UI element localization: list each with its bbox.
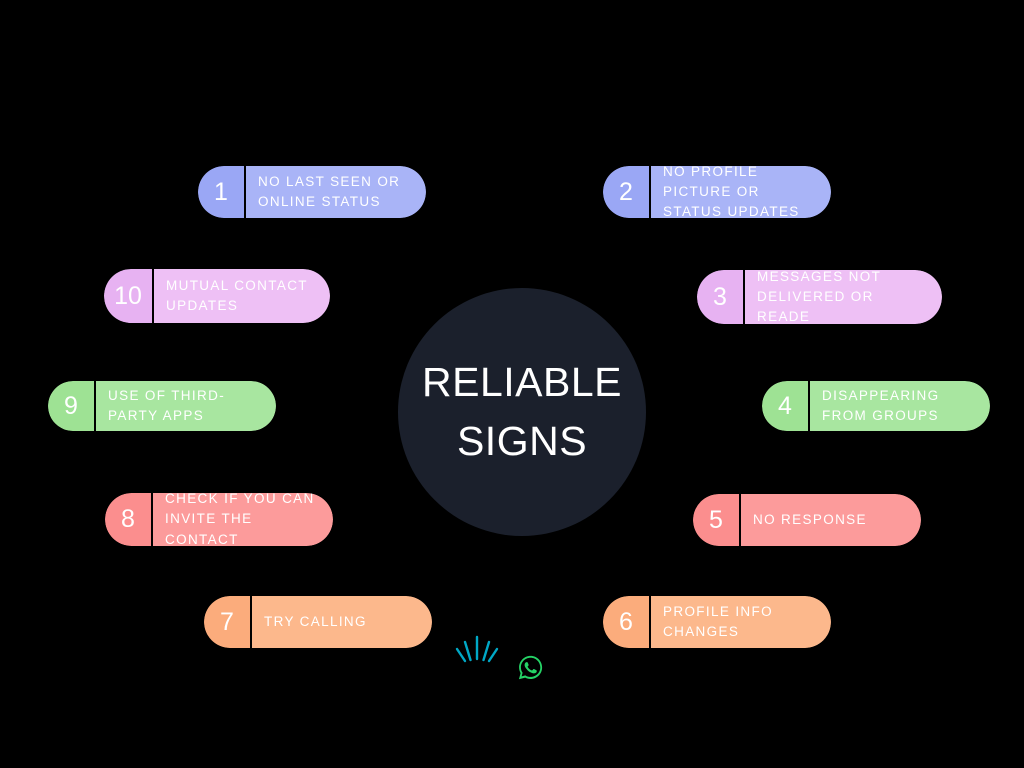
item-body-3: MESSAGES NOT DELIVERED OR READE	[745, 270, 942, 324]
item-label-7: TRY CALLING	[264, 613, 367, 629]
item-number-6: 6	[603, 596, 651, 648]
item-body-2: NO PROFILE PICTURE OR STATUS UPDATES	[651, 166, 831, 218]
item-pill-2[interactable]: 2 NO PROFILE PICTURE OR STATUS UPDATES	[603, 166, 831, 218]
infographic-canvas: RELIABLE SIGNS 1 NO LAST SEEN OR ONLINE …	[0, 0, 1024, 768]
item-label-2: NO PROFILE PICTURE OR STATUS UPDATES	[663, 166, 800, 218]
item-body-5: NO RESPONSE	[741, 494, 921, 546]
item-label-4: DISAPPEARING FROM GROUPS	[822, 387, 940, 423]
burst-rays-icon	[455, 635, 499, 663]
center-title-line-1: RELIABLE	[422, 358, 622, 405]
item-number-5: 5	[693, 494, 741, 546]
center-hub: RELIABLE SIGNS	[398, 288, 646, 536]
item-label-1: NO LAST SEEN OR ONLINE STATUS	[258, 173, 401, 209]
whatsapp-logo-icon	[518, 655, 543, 680]
item-body-9: USE OF THIRD-PARTY APPS	[96, 381, 276, 431]
item-pill-1[interactable]: 1 NO LAST SEEN OR ONLINE STATUS	[198, 166, 426, 218]
item-label-6: PROFILE INFO CHANGES	[663, 603, 773, 639]
item-body-6: PROFILE INFO CHANGES	[651, 596, 831, 648]
item-number-3: 3	[697, 270, 745, 324]
item-label-10: MUTUAL CONTACT UPDATES	[166, 277, 308, 313]
item-pill-5[interactable]: 5 NO RESPONSE	[693, 494, 921, 546]
center-title-line-2: SIGNS	[456, 418, 588, 464]
item-number-10: 10	[104, 269, 154, 323]
item-pill-7[interactable]: 7 TRY CALLING	[204, 596, 432, 648]
item-number-2: 2	[603, 166, 651, 218]
item-pill-6[interactable]: 6 PROFILE INFO CHANGES	[603, 596, 831, 648]
item-body-8: CHECK IF YOU CAN INVITE THE CONTACT	[153, 493, 333, 546]
item-label-8: CHECK IF YOU CAN INVITE THE CONTACT	[165, 493, 315, 546]
item-body-7: TRY CALLING	[252, 596, 432, 648]
item-number-9: 9	[48, 381, 96, 431]
item-pill-8[interactable]: 8 CHECK IF YOU CAN INVITE THE CONTACT	[105, 493, 333, 546]
item-pill-10[interactable]: 10 MUTUAL CONTACT UPDATES	[104, 269, 330, 323]
item-body-1: NO LAST SEEN OR ONLINE STATUS	[246, 166, 426, 218]
item-pill-9[interactable]: 9 USE OF THIRD-PARTY APPS	[48, 381, 276, 431]
item-pill-3[interactable]: 3 MESSAGES NOT DELIVERED OR READE	[697, 270, 942, 324]
item-label-3: MESSAGES NOT DELIVERED OR READE	[757, 270, 881, 324]
item-pill-4[interactable]: 4 DISAPPEARING FROM GROUPS	[762, 381, 990, 431]
item-label-5: NO RESPONSE	[753, 511, 867, 527]
item-number-8: 8	[105, 493, 153, 546]
item-number-1: 1	[198, 166, 246, 218]
item-body-4: DISAPPEARING FROM GROUPS	[810, 381, 990, 431]
item-label-9: USE OF THIRD-PARTY APPS	[108, 387, 226, 423]
item-number-7: 7	[204, 596, 252, 648]
item-number-4: 4	[762, 381, 810, 431]
item-body-10: MUTUAL CONTACT UPDATES	[154, 269, 330, 323]
